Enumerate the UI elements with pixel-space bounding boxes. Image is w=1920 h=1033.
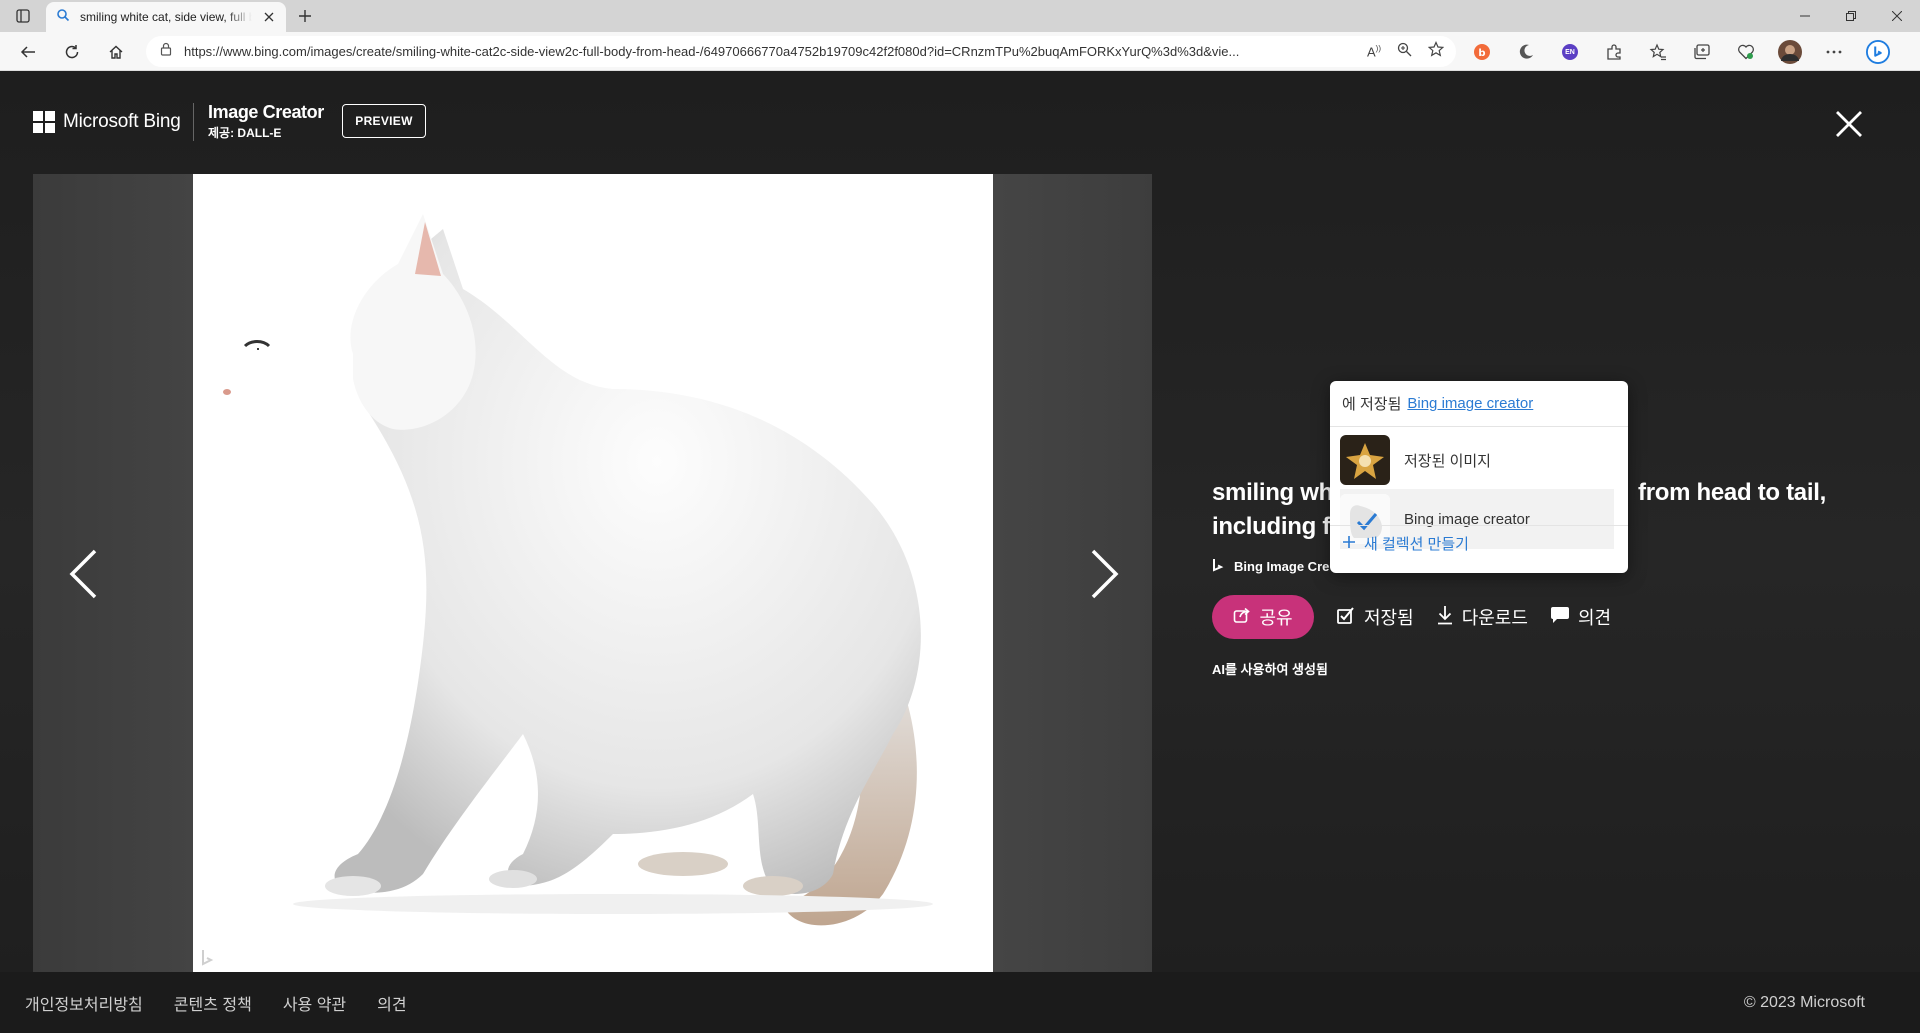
new-collection-label: 새 컬렉션 만들기: [1364, 536, 1469, 553]
microsoft-logo-icon: [33, 111, 55, 133]
minimize-icon[interactable]: [1782, 0, 1828, 32]
extension-moon-icon[interactable]: [1514, 40, 1538, 64]
next-image-arrow-icon[interactable]: [1083, 544, 1127, 604]
watermark-icon: [199, 948, 217, 966]
image-creator-title-block[interactable]: Image Creator 제공: DALL-E: [208, 102, 324, 141]
restore-icon[interactable]: [1828, 0, 1874, 32]
saved-check-icon: [1336, 605, 1356, 630]
more-options-icon[interactable]: [1822, 40, 1846, 64]
svg-text:b: b: [1478, 48, 1485, 59]
extension-language-icon[interactable]: EN: [1558, 40, 1582, 64]
previous-image-arrow-icon[interactable]: [61, 544, 105, 604]
browser-toolbar: https://www.bing.com/images/create/smili…: [0, 32, 1920, 71]
zoom-icon[interactable]: [1397, 42, 1412, 62]
saved-label: 저장됨: [1364, 608, 1414, 628]
source-label: Bing Image Cre: [1234, 559, 1330, 574]
action-row: 공유 저장됨 다운로드 의견: [1212, 595, 1852, 639]
bing-logo-icon: [1212, 558, 1224, 575]
bing-chat-icon[interactable]: [1866, 40, 1890, 64]
feedback-bubble-icon: [1550, 606, 1570, 629]
extensions-row: b EN: [1470, 40, 1890, 64]
address-bar[interactable]: https://www.bing.com/images/create/smili…: [146, 36, 1456, 67]
footer-link-privacy[interactable]: 개인정보처리방침: [25, 991, 143, 1015]
refresh-icon[interactable]: [60, 40, 84, 64]
product-provider: 제공: DALL-E: [208, 126, 282, 140]
feedback-button[interactable]: 의견: [1550, 604, 1611, 630]
window-close-icon[interactable]: [1874, 0, 1920, 32]
new-tab-icon[interactable]: [294, 6, 316, 26]
share-icon: [1233, 606, 1251, 629]
tab-actions-icon[interactable]: [12, 6, 34, 26]
tab-close-icon[interactable]: [262, 10, 276, 24]
share-button[interactable]: 공유: [1212, 595, 1314, 639]
extensions-puzzle-icon[interactable]: [1602, 40, 1626, 64]
saved-in-label: 에 저장됨: [1342, 396, 1402, 413]
collection-link[interactable]: Bing image creator: [1407, 395, 1533, 412]
footer-links: 개인정보처리방침 콘텐츠 정책 사용 약관 의견: [25, 991, 407, 1015]
language-badge: EN: [1565, 48, 1575, 56]
read-aloud-icon[interactable]: A)): [1367, 44, 1381, 59]
generated-cat-image[interactable]: [193, 174, 993, 972]
back-arrow-icon[interactable]: [16, 40, 40, 64]
preview-badge: PREVIEW: [342, 104, 426, 138]
page-footer: 개인정보처리방침 콘텐츠 정책 사용 약관 의견 © 2023 Microsof…: [0, 972, 1920, 1033]
feedback-label: 의견: [1577, 608, 1612, 628]
popup-header: 에 저장됨 Bing image creator: [1330, 381, 1628, 427]
footer-link-terms[interactable]: 사용 약관: [283, 991, 346, 1015]
plus-icon: [1342, 535, 1356, 553]
profile-avatar[interactable]: [1778, 40, 1802, 64]
collection-item-label: 저장된 이미지: [1404, 452, 1491, 470]
ai-generated-note: AI를 사용하여 생성됨: [1212, 662, 1328, 677]
brand-name: Microsoft Bing: [63, 111, 181, 132]
popup-divider: [1330, 525, 1628, 526]
header-divider: [193, 103, 194, 141]
saved-images-thumbnail: [1340, 435, 1390, 485]
saved-to-collection-popup: 에 저장됨 Bing image creator 저장된 이미지 Bing im…: [1330, 381, 1628, 573]
favorite-star-icon[interactable]: [1427, 41, 1445, 62]
prompt-line-1-start: smiling wh: [1212, 479, 1334, 506]
tab-title: smiling white cat, side view, full body: [80, 10, 252, 24]
lock-icon[interactable]: [160, 42, 172, 61]
home-icon[interactable]: [104, 40, 128, 64]
image-viewer: [33, 174, 1152, 972]
collections-icon[interactable]: [1690, 40, 1714, 64]
favorites-icon[interactable]: [1646, 40, 1670, 64]
new-collection-button[interactable]: 새 컬렉션 만들기: [1342, 533, 1469, 554]
prompt-line-2: including f: [1212, 513, 1331, 540]
collection-item-saved-images[interactable]: 저장된 이미지: [1340, 431, 1614, 489]
download-button[interactable]: 다운로드: [1436, 604, 1528, 630]
search-icon: [56, 8, 70, 27]
footer-link-feedback[interactable]: 의견: [377, 991, 406, 1015]
browser-tab-active[interactable]: smiling white cat, side view, full body: [46, 2, 286, 32]
page-header: Microsoft Bing Image Creator 제공: DALL-E …: [0, 71, 1920, 174]
saved-button[interactable]: 저장됨: [1336, 604, 1414, 630]
extension-orange-icon[interactable]: b: [1470, 40, 1494, 64]
copyright: © 2023 Microsoft: [1743, 993, 1865, 1011]
footer-link-content-policy[interactable]: 콘텐츠 정책: [174, 991, 252, 1015]
page: Microsoft Bing Image Creator 제공: DALL-E …: [0, 71, 1920, 1033]
download-icon: [1436, 605, 1454, 630]
download-label: 다운로드: [1461, 608, 1528, 628]
browser-essentials-icon[interactable]: [1734, 40, 1758, 64]
close-viewer-icon[interactable]: [1830, 105, 1868, 143]
product-title: Image Creator: [208, 102, 324, 122]
window-controls: [1782, 0, 1920, 32]
prompt-line-1-end: from head to tail,: [1638, 479, 1826, 506]
browser-tab-bar: smiling white cat, side view, full body: [0, 0, 1920, 32]
share-label: 공유: [1259, 608, 1293, 628]
url-text[interactable]: https://www.bing.com/images/create/smili…: [184, 44, 1355, 59]
microsoft-bing-logo[interactable]: Microsoft Bing: [33, 111, 181, 133]
